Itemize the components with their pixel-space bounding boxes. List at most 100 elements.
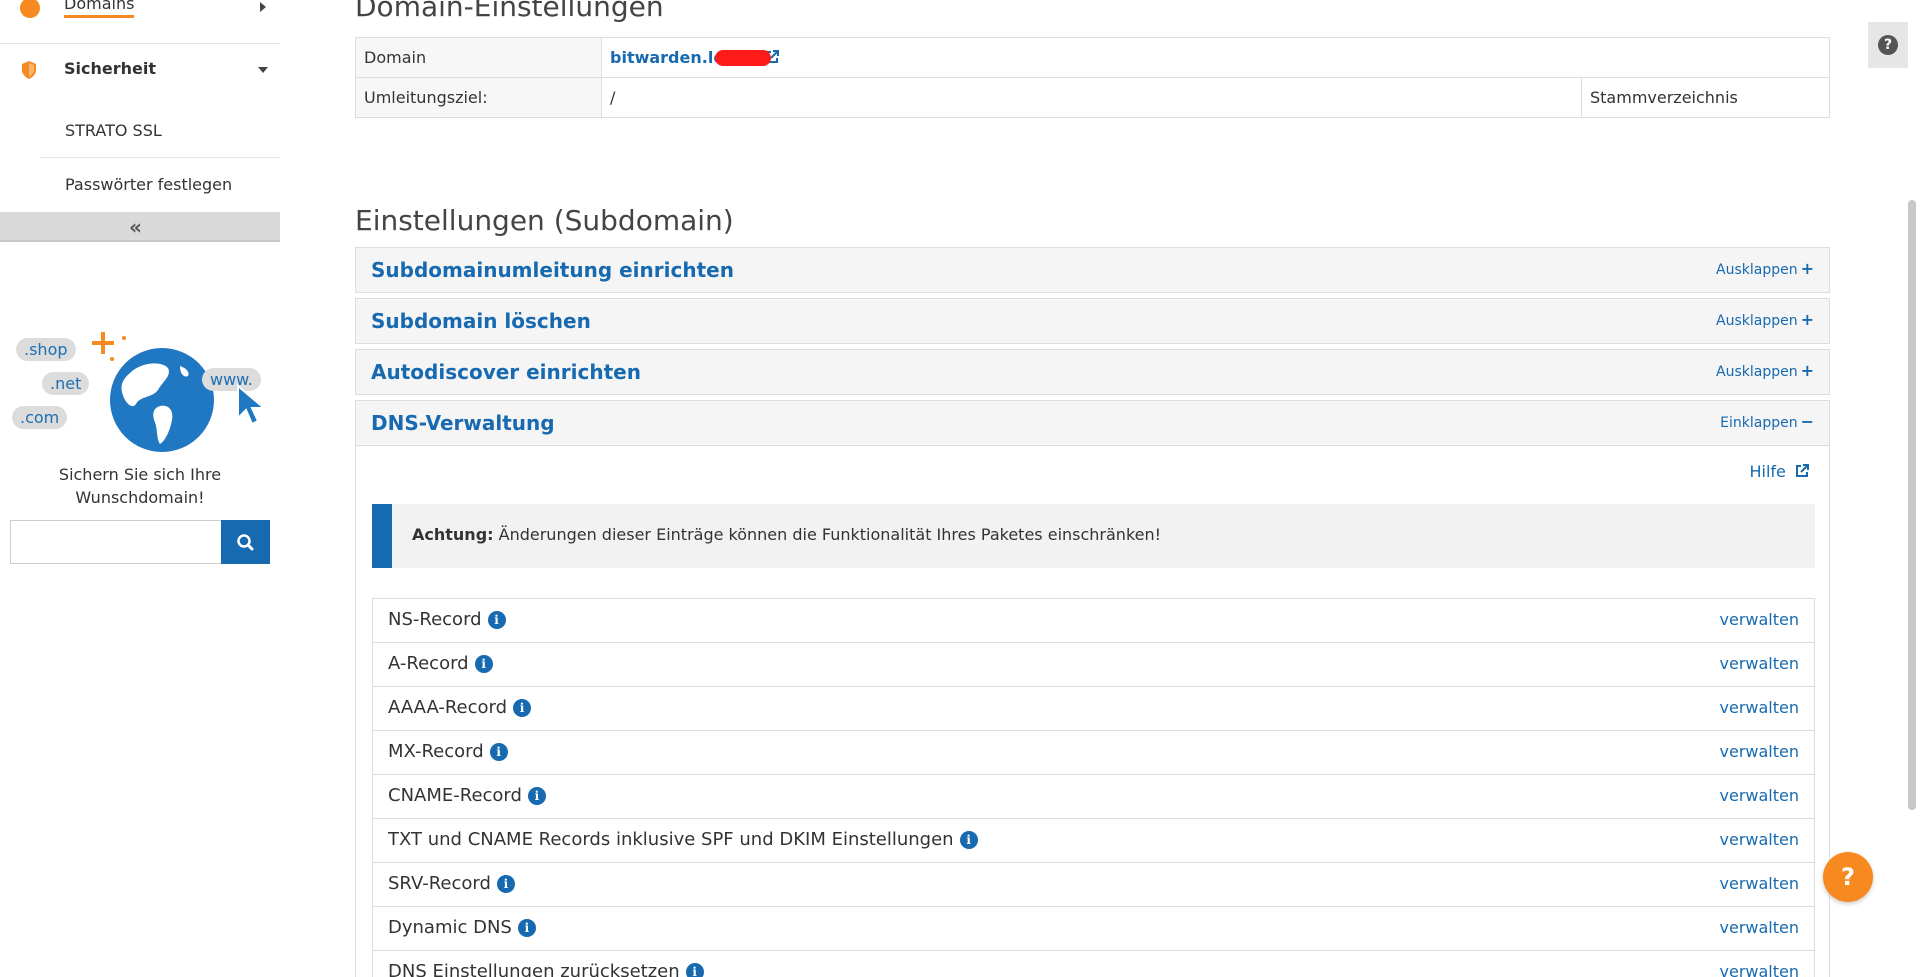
dns-record-name: AAAA-Record i bbox=[388, 697, 532, 718]
search-icon bbox=[237, 534, 254, 551]
manage-link[interactable]: verwalten bbox=[1720, 742, 1799, 761]
sidebar-subitem-strato-ssl[interactable]: STRATO SSL bbox=[40, 104, 280, 158]
minus-icon: − bbox=[1800, 412, 1814, 431]
info-icon[interactable]: i bbox=[474, 654, 493, 673]
dns-record-name: NS-Record i bbox=[388, 609, 506, 630]
dns-record-row: DNS Einstellungen zurücksetzen i verwalten bbox=[373, 951, 1814, 977]
globe-icon bbox=[110, 348, 214, 452]
floating-help-button[interactable]: ? bbox=[1823, 852, 1873, 902]
accordion-title: Subdomain löschen bbox=[371, 309, 591, 333]
dns-panel: Hilfe Achtung: Änderungen dieser Einträg… bbox=[355, 446, 1830, 977]
info-icon[interactable]: i bbox=[517, 918, 536, 937]
promo-text: Sichern Sie sich Ihre Wunschdomain! bbox=[58, 465, 222, 507]
dns-record-name: Dynamic DNS i bbox=[388, 917, 536, 938]
plus-icon: + bbox=[1800, 361, 1814, 380]
plus-icon: + bbox=[1800, 259, 1814, 278]
accordion-title: DNS-Verwaltung bbox=[371, 411, 555, 435]
dns-record-name: TXT und CNAME Records inklusive SPF und … bbox=[388, 829, 978, 850]
info-icon[interactable]: i bbox=[685, 962, 704, 977]
domain-promo-graphic: .shop .net .com www. bbox=[0, 320, 280, 460]
manage-link[interactable]: verwalten bbox=[1720, 786, 1799, 805]
domain-link[interactable]: bitwarden.le de bbox=[610, 48, 771, 67]
dns-record-row: A-Record i verwalten bbox=[373, 643, 1814, 687]
table-cell-key: Domain bbox=[355, 37, 602, 78]
sidebar-subitem-label: Passwörter festlegen bbox=[65, 175, 233, 194]
bubble-com: .com bbox=[12, 406, 68, 429]
domain-settings-table: Domain bitwarden.le de Umleitungsziel: /… bbox=[355, 37, 1830, 118]
page-title: Domain-Einstellungen bbox=[355, 0, 664, 23]
table-cell-value: bitwarden.le de bbox=[601, 37, 1830, 78]
bubble-net: .net bbox=[42, 372, 90, 395]
info-icon[interactable]: i bbox=[487, 610, 506, 629]
alert-text: Achtung: Änderungen dieser Einträge könn… bbox=[412, 525, 1162, 544]
manage-link[interactable]: verwalten bbox=[1720, 874, 1799, 893]
info-icon[interactable]: i bbox=[959, 830, 978, 849]
accordion-subdomainumleitung[interactable]: Subdomainumleitung einrichten Ausklappen… bbox=[355, 247, 1830, 293]
sidebar-item-domains[interactable]: Domains bbox=[0, 0, 280, 20]
manage-link[interactable]: verwalten bbox=[1720, 962, 1799, 977]
cursor-icon bbox=[237, 384, 267, 426]
double-chevron-left-icon: « bbox=[129, 215, 142, 239]
table-cell-extra: Stammverzeichnis bbox=[1581, 77, 1830, 118]
dns-record-row: NS-Record i verwalten bbox=[373, 599, 1814, 643]
sidebar-item-sicherheit[interactable]: Sicherheit bbox=[0, 55, 280, 85]
dns-record-row: CNAME-Record i verwalten bbox=[373, 775, 1814, 819]
redaction-mark bbox=[715, 50, 771, 66]
help-link[interactable]: Hilfe bbox=[1750, 462, 1809, 481]
manage-link[interactable]: verwalten bbox=[1720, 830, 1799, 849]
sidebar-subitem-passwoerter[interactable]: Passwörter festlegen bbox=[40, 158, 280, 212]
globe-icon bbox=[20, 0, 40, 18]
sidebar: Domains Sicherheit STRATO SSL Passwörter… bbox=[0, 0, 280, 977]
table-cell-value: / bbox=[601, 77, 1582, 118]
accordion-title: Autodiscover einrichten bbox=[371, 360, 641, 384]
dns-record-row: Dynamic DNS i verwalten bbox=[373, 907, 1814, 951]
manage-link[interactable]: verwalten bbox=[1720, 918, 1799, 937]
plus-icon: + bbox=[1800, 310, 1814, 329]
shield-icon bbox=[22, 61, 36, 79]
sidebar-item-label: Domains bbox=[64, 0, 135, 18]
manage-link[interactable]: verwalten bbox=[1720, 698, 1799, 717]
chevron-right-icon bbox=[260, 2, 266, 12]
dns-record-list: NS-Record i verwalten A-Record i verwalten AAA… bbox=[372, 598, 1815, 977]
sidebar-subitem-label: STRATO SSL bbox=[65, 121, 162, 140]
external-link-icon bbox=[1796, 464, 1809, 477]
info-icon[interactable]: i bbox=[513, 698, 532, 717]
table-cell-key: Umleitungsziel: bbox=[355, 77, 602, 118]
info-icon[interactable]: i bbox=[489, 742, 508, 761]
dns-record-row: TXT und CNAME Records inklusive SPF und … bbox=[373, 819, 1814, 863]
accordion-autodiscover[interactable]: Autodiscover einrichten Ausklappen + bbox=[355, 349, 1830, 395]
info-icon[interactable]: i bbox=[496, 874, 515, 893]
sidebar-collapse-button[interactable]: « bbox=[0, 212, 280, 242]
sidebar-item-label: Sicherheit bbox=[64, 59, 156, 78]
domain-search-button[interactable] bbox=[221, 520, 270, 564]
sparkle-icon bbox=[92, 332, 126, 361]
dns-record-row: MX-Record i verwalten bbox=[373, 731, 1814, 775]
table-row: Domain bitwarden.le de bbox=[355, 37, 1830, 78]
dns-record-name: DNS Einstellungen zurücksetzen i bbox=[388, 961, 704, 977]
warning-alert: Achtung: Änderungen dieser Einträge könn… bbox=[372, 504, 1815, 568]
table-row: Umleitungsziel: / Stammverzeichnis bbox=[355, 77, 1830, 118]
dns-record-row: SRV-Record i verwalten bbox=[373, 863, 1814, 907]
section-title-subdomain: Einstellungen (Subdomain) bbox=[355, 204, 734, 237]
info-icon[interactable]: i bbox=[527, 786, 546, 805]
manage-link[interactable]: verwalten bbox=[1720, 654, 1799, 673]
accordion-subdomain-loeschen[interactable]: Subdomain löschen Ausklappen + bbox=[355, 298, 1830, 344]
dns-record-name: SRV-Record i bbox=[388, 873, 515, 894]
question-icon: ? bbox=[1878, 35, 1898, 55]
chevron-down-icon bbox=[258, 67, 268, 73]
accordion-toggle[interactable]: Ausklappen + bbox=[1716, 361, 1814, 380]
domain-search bbox=[10, 520, 270, 564]
help-tab[interactable]: ? bbox=[1868, 22, 1908, 68]
scrollbar[interactable] bbox=[1908, 200, 1916, 810]
divider bbox=[0, 43, 280, 44]
accordion-toggle[interactable]: Ausklappen + bbox=[1716, 259, 1814, 278]
bubble-shop: .shop bbox=[16, 338, 76, 361]
accordion-title: Subdomainumleitung einrichten bbox=[371, 258, 734, 282]
dns-record-name: A-Record i bbox=[388, 653, 493, 674]
domain-search-input[interactable] bbox=[10, 520, 222, 564]
accordion-dns-verwaltung[interactable]: DNS-Verwaltung Einklappen − bbox=[355, 400, 1830, 446]
accordion-toggle[interactable]: Einklappen − bbox=[1720, 412, 1814, 431]
accordion-toggle[interactable]: Ausklappen + bbox=[1716, 310, 1814, 329]
manage-link[interactable]: verwalten bbox=[1720, 610, 1799, 629]
dns-record-name: MX-Record i bbox=[388, 741, 508, 762]
